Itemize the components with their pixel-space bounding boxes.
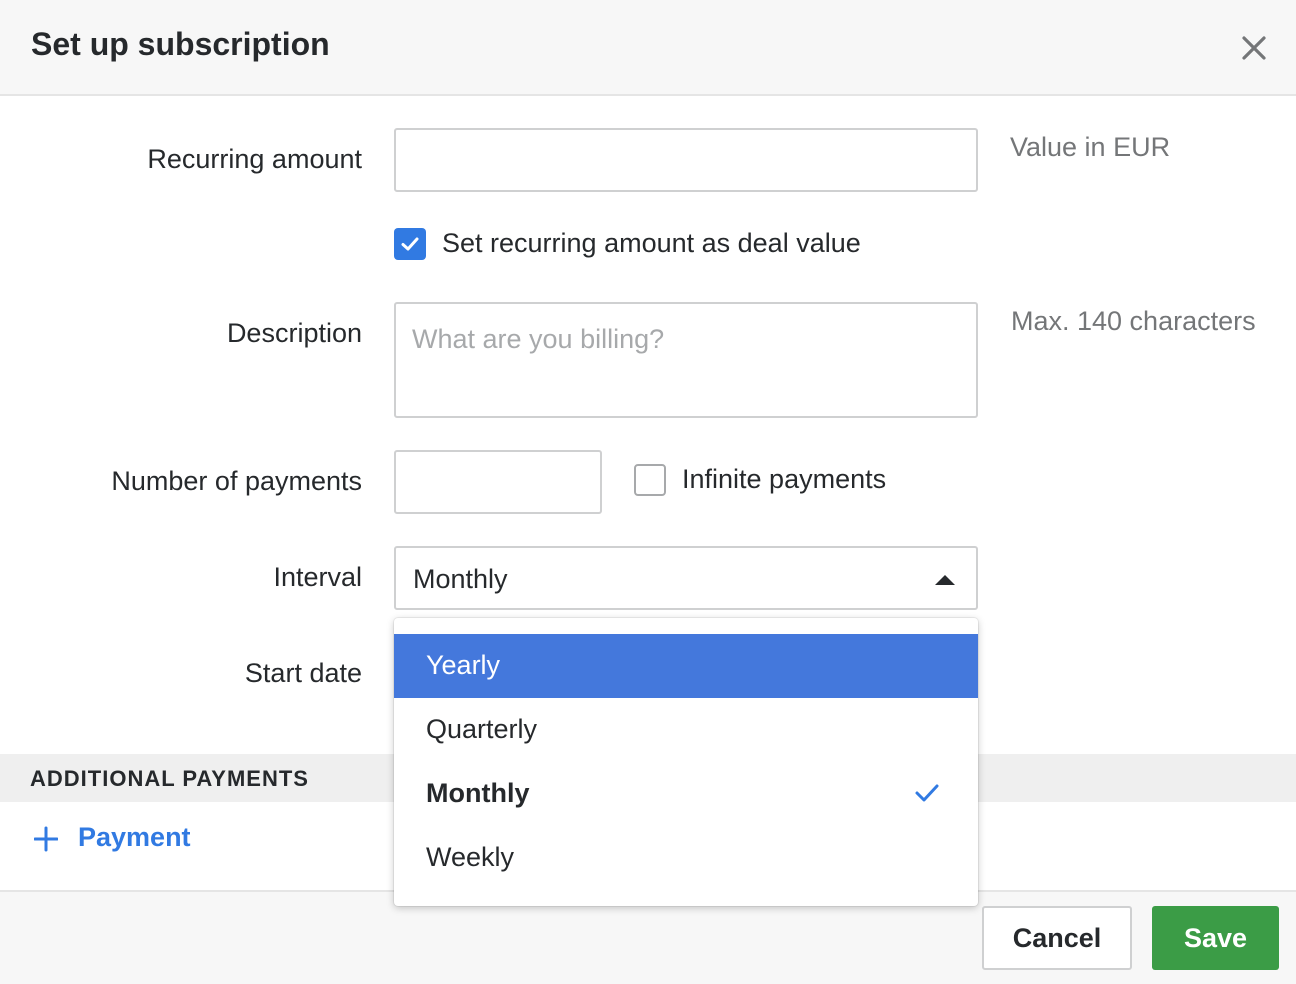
dropdown-option-yearly[interactable]: Yearly — [394, 634, 978, 698]
description-placeholder: What are you billing? — [412, 324, 665, 354]
description-label: Description — [226, 318, 362, 348]
description-textarea[interactable]: What are you billing? — [394, 302, 978, 418]
close-icon[interactable] — [1236, 30, 1272, 66]
add-payment-label: Payment — [78, 822, 191, 852]
dropdown-option-weekly[interactable]: Weekly — [394, 826, 978, 890]
dropdown-option-label: Weekly — [426, 842, 515, 872]
infinite-payments-label[interactable]: Infinite payments — [682, 464, 886, 495]
dropdown-option-label: Yearly — [426, 650, 501, 680]
dropdown-option-label: Monthly — [426, 778, 530, 808]
dropdown-option-monthly[interactable]: Monthly — [394, 762, 978, 826]
deal-value-checkbox[interactable] — [394, 228, 426, 260]
dropdown-option-quarterly[interactable]: Quarterly — [394, 698, 978, 762]
interval-select-value: Monthly — [413, 564, 508, 594]
caret-up-icon — [935, 575, 955, 585]
infinite-payments-checkbox[interactable] — [634, 464, 666, 496]
plus-icon — [34, 826, 58, 852]
dialog-header: Set up subscription — [0, 0, 1296, 96]
start-date-label: Start date — [244, 658, 362, 688]
additional-payments-title: ADDITIONAL PAYMENTS — [30, 766, 309, 791]
check-icon — [915, 784, 939, 802]
interval-dropdown-menu: Yearly Quarterly Monthly Weekly — [394, 618, 978, 906]
interval-label: Interval — [273, 562, 362, 592]
recurring-amount-hint: Value in EUR — [1010, 132, 1171, 162]
number-of-payments-input[interactable] — [394, 450, 602, 514]
cancel-button[interactable]: Cancel — [982, 906, 1132, 970]
dropdown-option-label: Quarterly — [426, 714, 538, 744]
interval-select[interactable]: Monthly — [394, 546, 978, 610]
recurring-amount-input[interactable] — [394, 128, 978, 192]
deal-value-checkbox-label[interactable]: Set recurring amount as deal value — [442, 228, 861, 259]
description-hint: Max. 140 characters — [1011, 306, 1256, 336]
checkmark-icon — [401, 237, 419, 251]
save-button[interactable]: Save — [1152, 906, 1279, 970]
recurring-amount-label: Recurring amount — [147, 144, 362, 174]
number-of-payments-label: Number of payments — [111, 466, 362, 496]
dialog-title: Set up subscription — [31, 26, 330, 62]
